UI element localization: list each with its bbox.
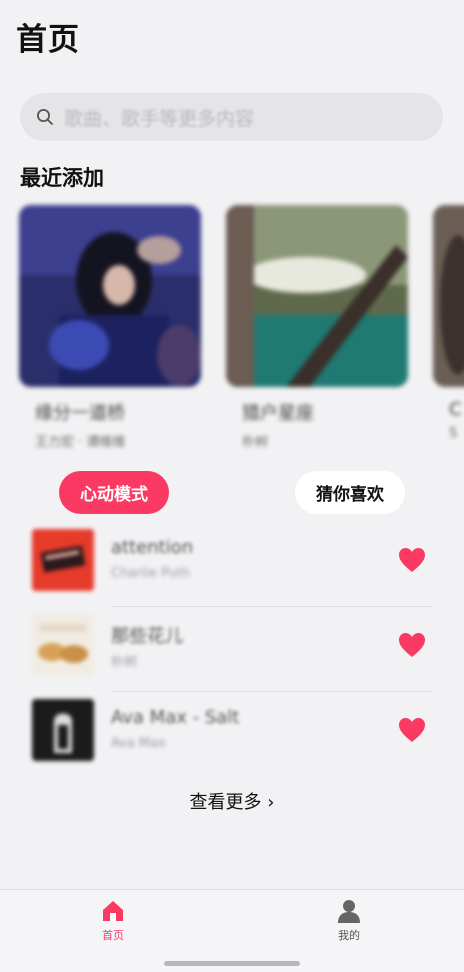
recent-card[interactable]: 猎户星座 朴树 <box>226 205 408 450</box>
album-cover <box>226 205 408 387</box>
song-artwork <box>32 614 94 676</box>
recent-card-title: 缘分一道桥 <box>35 403 125 424</box>
recent-card-title: C <box>449 399 462 420</box>
search-icon <box>37 109 53 125</box>
song-artist: 朴树 <box>111 655 138 670</box>
list-item[interactable]: attention Charlie Puth <box>0 522 464 607</box>
tab-bar: 首页 我的 <box>0 889 464 972</box>
song-list: attention Charlie Puth 那些花儿 朴树 Ava Max -… <box>0 522 464 777</box>
list-item[interactable]: 那些花儿 朴树 <box>0 607 464 692</box>
recent-carousel[interactable]: 缘分一道桥 王力宏 · 谭维维 猎户星座 朴树 C S <box>0 205 464 455</box>
tab-mine[interactable]: 我的 <box>319 898 379 943</box>
heart-icon[interactable] <box>398 547 426 573</box>
song-artist: Ava Max <box>111 736 166 751</box>
album-cover <box>19 205 201 387</box>
tab-home-label: 首页 <box>102 929 124 942</box>
home-indicator <box>164 961 300 966</box>
album-cover <box>433 205 464 387</box>
song-title: attention <box>111 537 194 558</box>
song-artwork <box>32 529 94 591</box>
recent-card[interactable]: 缘分一道桥 王力宏 · 谭维维 <box>19 205 201 450</box>
guess-you-like-button[interactable]: 猜你喜欢 <box>295 471 405 514</box>
person-icon <box>338 900 360 923</box>
tab-home[interactable]: 首页 <box>83 898 143 943</box>
list-item[interactable]: Ava Max - Salt Ava Max <box>0 692 464 777</box>
song-title: Ava Max - Salt <box>111 707 240 728</box>
song-title: 那些花儿 <box>111 626 183 647</box>
song-artist: Charlie Puth <box>111 566 191 581</box>
home-page: 首页 歌曲、歌手等更多内容 最近添加 缘分一道桥 王力宏 · 谭维维 猎户星座 … <box>0 0 464 972</box>
recent-card-title: 猎户星座 <box>242 403 314 424</box>
song-artwork <box>32 699 94 761</box>
recent-card[interactable]: C S <box>433 205 464 441</box>
page-title: 首页 <box>16 22 80 58</box>
recent-card-subtitle: S <box>449 426 458 441</box>
heart-icon[interactable] <box>398 632 426 658</box>
heartbeat-mode-button[interactable]: 心动模式 <box>59 471 169 514</box>
recent-card-subtitle: 王力宏 · 谭维维 <box>35 435 126 450</box>
recent-section-title: 最近添加 <box>20 166 104 190</box>
tab-mine-label: 我的 <box>338 929 360 942</box>
home-icon <box>103 901 123 921</box>
search-bar[interactable]: 歌曲、歌手等更多内容 <box>20 93 443 141</box>
see-more-link[interactable]: 查看更多 › <box>0 788 464 814</box>
recent-card-subtitle: 朴树 <box>242 435 269 450</box>
heart-icon[interactable] <box>398 717 426 743</box>
search-placeholder: 歌曲、歌手等更多内容 <box>64 107 255 130</box>
